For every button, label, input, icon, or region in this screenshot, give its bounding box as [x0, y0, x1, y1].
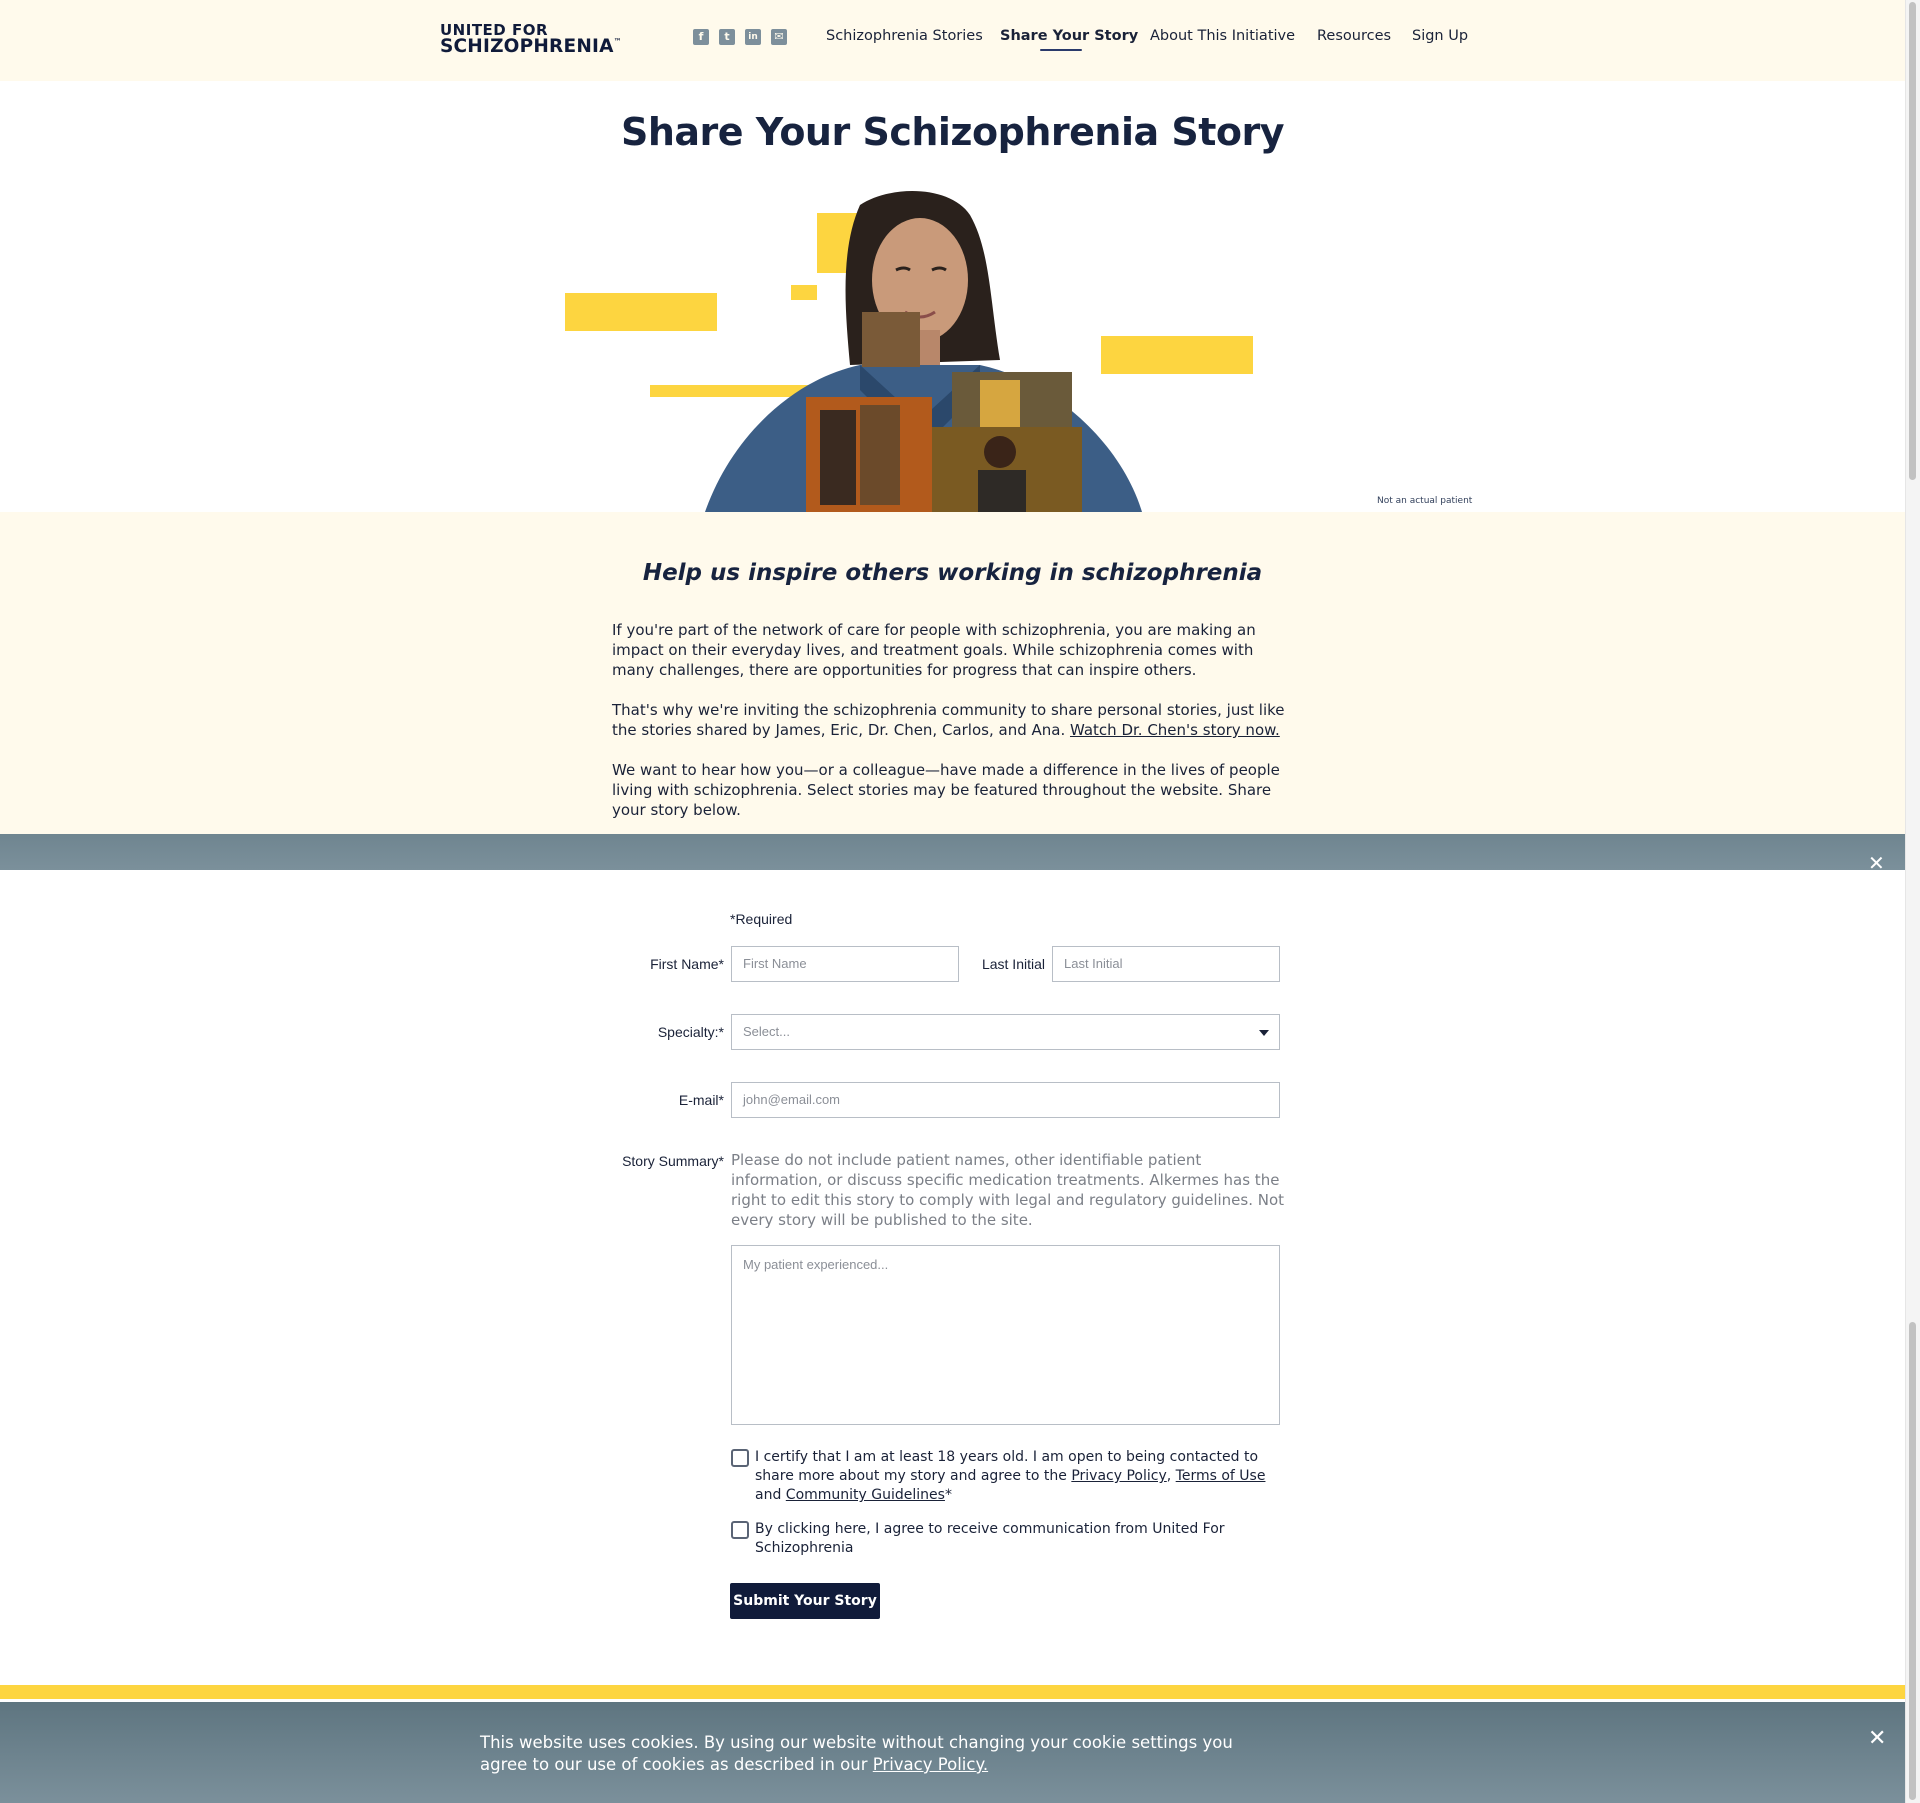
story-help-text: Please do not include patient names, oth…	[731, 1151, 1285, 1229]
terms-of-use-link[interactable]: Terms of Use	[1176, 1468, 1266, 1484]
first-name-input[interactable]: First Name	[731, 946, 959, 982]
specialty-value: Select...	[743, 1024, 790, 1039]
accent-block	[565, 293, 717, 331]
first-name-label: First Name*	[650, 956, 724, 972]
site-logo[interactable]: UNITED FOR SCHIZOPHRENIA™	[440, 23, 622, 57]
nav-sign-up[interactable]: Sign Up	[1412, 28, 1468, 44]
twitter-icon[interactable]: t	[719, 29, 735, 45]
email-icon[interactable]: ✉	[771, 29, 787, 45]
consent-checkbox[interactable]	[731, 1521, 749, 1539]
hero-caption: Not an actual patient	[1377, 496, 1473, 506]
intro-paragraph-2: That's why we're inviting the schizophre…	[612, 701, 1285, 739]
close-icon[interactable]: ✕	[1868, 1728, 1886, 1750]
certify-checkbox[interactable]	[731, 1449, 749, 1467]
facebook-icon[interactable]: f	[693, 29, 709, 45]
nav-resources[interactable]: Resources	[1317, 28, 1391, 44]
story-summary-label: Story Summary*	[622, 1153, 724, 1169]
active-nav-indicator	[1040, 49, 1082, 51]
logo-bottom-text: SCHIZOPHRENIA™	[440, 36, 622, 57]
intro-paragraph-3: We want to hear how you—or a colleague—h…	[612, 761, 1280, 819]
overlay-band	[0, 834, 1905, 870]
cookie-text: This website uses cookies. By using our …	[480, 1733, 1233, 1774]
cookie-privacy-link[interactable]: Privacy Policy.	[873, 1755, 988, 1774]
last-initial-input[interactable]: Last Initial	[1052, 946, 1280, 982]
specialty-label: Specialty:*	[657, 1024, 724, 1040]
intro-paragraph-1: If you're part of the network of care fo…	[612, 621, 1256, 679]
accent-block	[791, 285, 817, 300]
intro-section: Help us inspire others working in schizo…	[0, 512, 1905, 834]
chevron-down-icon	[1259, 1030, 1269, 1036]
scrollbar-thumb[interactable]	[1909, 2, 1916, 480]
nav-schizophrenia-stories[interactable]: Schizophrenia Stories	[826, 28, 983, 44]
hero-image	[565, 191, 1253, 512]
required-note: *Required	[730, 911, 793, 927]
nav-about-this-initiative[interactable]: About This Initiative	[1150, 28, 1295, 44]
scrollbar-thumb[interactable]	[1909, 1322, 1916, 1800]
page-title: Share Your Schizophrenia Story	[620, 110, 1285, 154]
nav-share-your-story[interactable]: Share Your Story	[1000, 28, 1138, 44]
submit-story-button[interactable]: Submit Your Story	[730, 1583, 880, 1619]
certify-text: I certify that I am at least 18 years ol…	[755, 1449, 1266, 1503]
accent-block	[1101, 336, 1253, 374]
watch-dr-chen-link[interactable]: Watch Dr. Chen's story now.	[1070, 721, 1280, 739]
specialty-select[interactable]: Select...	[731, 1014, 1280, 1050]
email-input[interactable]: john@email.com	[731, 1082, 1280, 1118]
community-guidelines-link[interactable]: Community Guidelines	[786, 1487, 945, 1503]
collage-photo	[862, 312, 920, 367]
social-links: f t in ✉	[693, 29, 787, 45]
cookie-banner: This website uses cookies. By using our …	[0, 1702, 1905, 1803]
intro-subtitle: Help us inspire others working in schizo…	[642, 560, 1263, 586]
linkedin-icon[interactable]: in	[745, 29, 761, 45]
last-initial-label: Last Initial	[981, 956, 1045, 972]
footer-accent-bar	[0, 1685, 1905, 1699]
consent-text: By clicking here, I agree to receive com…	[755, 1521, 1225, 1556]
email-label: E-mail*	[678, 1092, 724, 1108]
site-header: UNITED FOR SCHIZOPHRENIA™ f t in ✉ Schiz…	[0, 0, 1905, 81]
privacy-policy-link[interactable]: Privacy Policy	[1071, 1468, 1166, 1484]
story-summary-textarea[interactable]: My patient experienced...	[731, 1245, 1280, 1425]
